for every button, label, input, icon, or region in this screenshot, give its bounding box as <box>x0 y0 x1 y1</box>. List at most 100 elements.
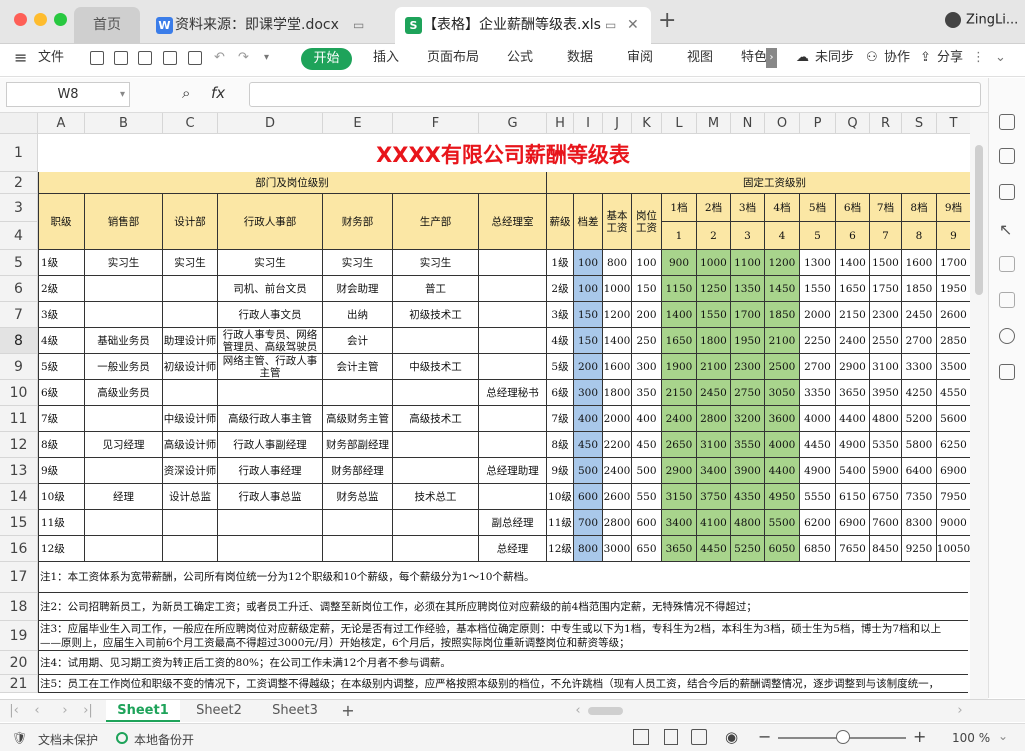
print-icon[interactable] <box>163 51 177 65</box>
table-cell[interactable]: 7950 <box>937 484 970 510</box>
table-cell[interactable]: 1750 <box>870 276 902 302</box>
column-header[interactable]: D <box>218 113 323 134</box>
table-cell[interactable] <box>218 510 323 536</box>
table-cell[interactable]: 500 <box>574 458 603 484</box>
tier-number[interactable]: 3 <box>731 222 765 250</box>
table-cell[interactable]: 1650 <box>836 276 870 302</box>
menu-icon[interactable]: ≡ <box>14 44 27 72</box>
table-cell[interactable]: 2250 <box>800 328 836 354</box>
table-cell[interactable] <box>85 536 163 562</box>
table-cell[interactable] <box>479 484 547 510</box>
row-header[interactable]: 20 <box>0 651 38 675</box>
table-cell[interactable] <box>393 380 479 406</box>
table-cell[interactable]: 2级 <box>547 276 574 302</box>
table-cell[interactable] <box>323 380 393 406</box>
table-cell[interactable]: 2900 <box>662 458 697 484</box>
table-cell[interactable]: 3550 <box>731 432 765 458</box>
table-cell[interactable]: 9250 <box>902 536 937 562</box>
header-diff[interactable]: 档差 <box>574 194 603 250</box>
row-header[interactable]: 4 <box>0 222 38 250</box>
table-cell[interactable]: 6200 <box>800 510 836 536</box>
zoom-dropdown-icon[interactable]: ⌄ <box>998 729 1008 743</box>
table-cell[interactable] <box>393 328 479 354</box>
table-cell[interactable] <box>218 536 323 562</box>
table-cell[interactable]: 6250 <box>937 432 970 458</box>
table-cell[interactable]: 3级 <box>547 302 574 328</box>
table-cell[interactable]: 3050 <box>765 380 800 406</box>
table-cell[interactable]: 4级 <box>38 328 85 354</box>
zoom-level[interactable]: 100 % <box>952 731 990 745</box>
cursor-icon[interactable]: ↖ <box>999 220 1015 239</box>
table-cell[interactable]: 8级 <box>547 432 574 458</box>
table-cell[interactable]: 3200 <box>731 406 765 432</box>
table-cell[interactable]: 11级 <box>38 510 85 536</box>
tier-number[interactable]: 7 <box>870 222 902 250</box>
table-cell[interactable]: 3100 <box>697 432 731 458</box>
table-cell[interactable]: 1800 <box>697 328 731 354</box>
table-cell[interactable]: 6900 <box>836 510 870 536</box>
tier-number[interactable]: 8 <box>902 222 937 250</box>
table-cell[interactable]: 4级 <box>547 328 574 354</box>
tab-home[interactable]: 首页 <box>74 7 140 44</box>
tier-header[interactable]: 4档 <box>765 194 800 222</box>
table-cell[interactable]: 2750 <box>731 380 765 406</box>
table-cell[interactable]: 7650 <box>836 536 870 562</box>
table-cell[interactable]: 5350 <box>870 432 902 458</box>
table-cell[interactable]: 400 <box>632 406 662 432</box>
tab-view[interactable]: 视图 <box>687 44 713 72</box>
table-cell[interactable]: 2900 <box>836 354 870 380</box>
table-cell[interactable]: 3750 <box>697 484 731 510</box>
protect-status[interactable]: 文档未保护 <box>38 731 98 748</box>
tier-number[interactable]: 6 <box>836 222 870 250</box>
table-cell[interactable]: 2600 <box>603 484 632 510</box>
zoom-window-button[interactable] <box>54 13 67 26</box>
table-cell[interactable]: 3级 <box>38 302 85 328</box>
zoom-in-icon[interactable]: + <box>913 727 926 746</box>
table-cell[interactable] <box>163 276 218 302</box>
tab-page-layout[interactable]: 页面布局 <box>427 44 479 72</box>
tier-number[interactable]: 4 <box>765 222 800 250</box>
table-cell[interactable]: 1700 <box>731 302 765 328</box>
table-cell[interactable]: 700 <box>574 510 603 536</box>
close-tab-icon[interactable]: ✕ <box>627 7 639 44</box>
table-cell[interactable]: 4000 <box>765 432 800 458</box>
quick-access-dropdown-icon[interactable]: ▾ <box>264 44 269 72</box>
table-cell[interactable]: 1950 <box>937 276 970 302</box>
zoom-search-icon[interactable]: ⌕ <box>182 84 190 102</box>
table-cell[interactable] <box>393 510 479 536</box>
tab-data[interactable]: 数据 <box>567 44 593 72</box>
table-cell[interactable]: 6级 <box>547 380 574 406</box>
scroll-right-icon[interactable]: › <box>955 700 965 722</box>
note-row[interactable]: 注5：员工在工作岗位和职级不变的情况下，工资调整不得越级；在本级别内调整，应严格… <box>38 675 968 693</box>
tab-review[interactable]: 审阅 <box>627 44 653 72</box>
table-cell[interactable]: 高级业务员 <box>85 380 163 406</box>
table-cell[interactable]: 5900 <box>870 458 902 484</box>
table-cell[interactable]: 1300 <box>800 250 836 276</box>
spreadsheet-grid[interactable]: ABCDEFGHIJKLMNOPQRSTU1234567891011121314… <box>0 113 970 699</box>
table-cell[interactable]: 4800 <box>870 406 902 432</box>
page-layout-view-icon[interactable] <box>664 729 678 745</box>
table-cell[interactable] <box>85 458 163 484</box>
crop-icon[interactable] <box>999 292 1015 308</box>
table-cell[interactable]: 2150 <box>662 380 697 406</box>
sheet-tab-2[interactable]: Sheet2 <box>182 700 256 722</box>
table-cell[interactable]: 1100 <box>731 250 765 276</box>
table-cell[interactable]: 1200 <box>603 302 632 328</box>
table-cell[interactable]: 1700 <box>937 250 970 276</box>
cube-icon[interactable] <box>999 184 1015 200</box>
sliders-icon[interactable] <box>999 256 1015 272</box>
table-cell[interactable]: 300 <box>574 380 603 406</box>
table-cell[interactable]: 高级设计师 <box>163 432 218 458</box>
undo-icon[interactable]: ↶ <box>214 44 225 72</box>
column-header[interactable]: Q <box>836 113 870 134</box>
header-production[interactable]: 生产部 <box>393 194 479 250</box>
table-cell[interactable]: 2200 <box>603 432 632 458</box>
table-cell[interactable]: 3600 <box>765 406 800 432</box>
table-cell[interactable]: 150 <box>574 302 603 328</box>
table-cell[interactable]: 1950 <box>731 328 765 354</box>
table-cell[interactable]: 2400 <box>836 328 870 354</box>
table-cell[interactable]: 实习生 <box>218 250 323 276</box>
backup-status[interactable]: 本地备份开 <box>134 731 194 748</box>
table-cell[interactable] <box>323 510 393 536</box>
table-cell[interactable]: 行政人事经理 <box>218 458 323 484</box>
